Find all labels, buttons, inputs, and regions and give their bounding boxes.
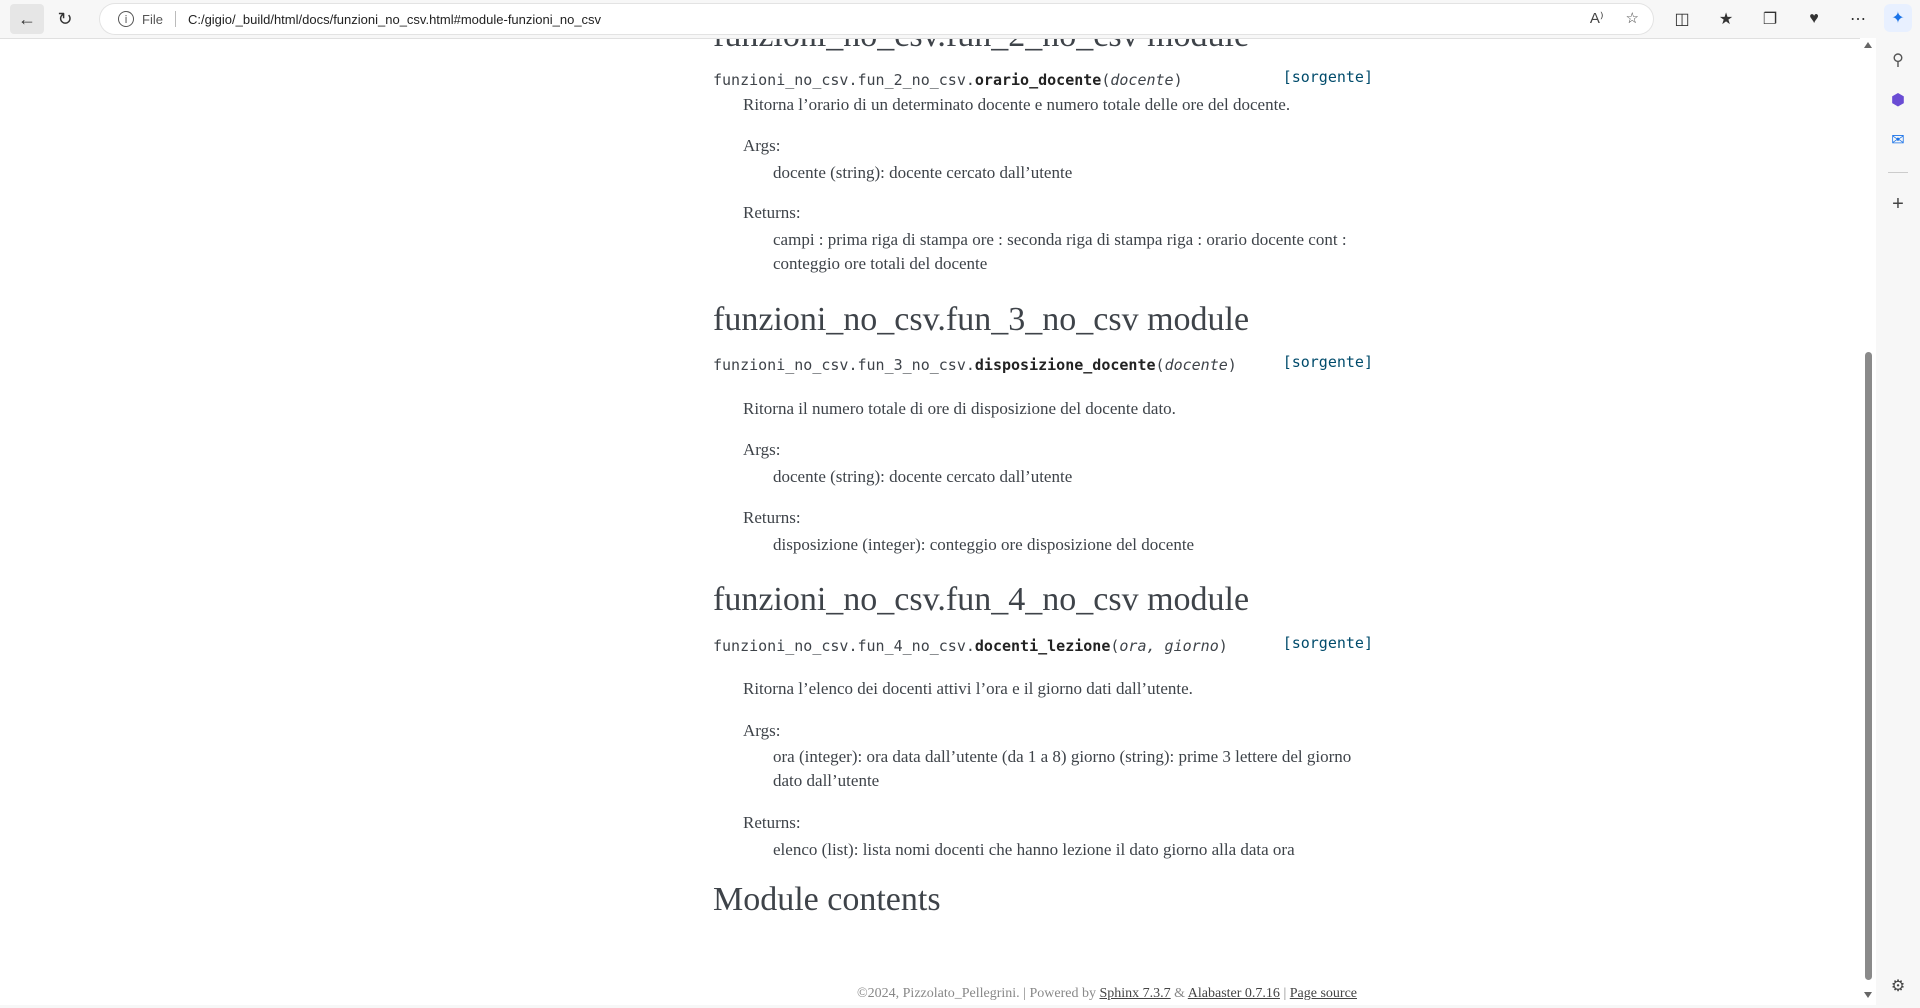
sig-close: ) <box>1227 356 1237 374</box>
section-heading-fun4: funzioni_no_csv.fun_4_no_csv module <box>713 581 1250 618</box>
footer-copyright: ©2024, Pizzolato_Pellegrini. | Powered b… <box>857 986 1100 1001</box>
returns-label: Returns: <box>743 508 801 527</box>
page-footer: ©2024, Pizzolato_Pellegrini. | Powered b… <box>857 986 1357 1002</box>
address-separator <box>174 11 176 27</box>
section-heading-fun2: funzioni_no_csv.fun_2_no_csv module <box>713 39 1249 55</box>
returns-label: Returns: <box>743 813 801 832</box>
args-text: docente (string): docente cercato dall’u… <box>773 163 1073 182</box>
sig-name: docenti_lezione <box>974 637 1111 655</box>
sig-open: ( <box>1155 356 1165 374</box>
returns-text: campi : prima riga di stampa ore : secon… <box>773 230 1347 273</box>
sig-prefix: funzioni_no_csv.fun_3_no_csv. <box>713 356 975 374</box>
sig-name: disposizione_docente <box>974 356 1156 374</box>
args-text: docente (string): docente cercato dall’u… <box>773 467 1073 486</box>
source-link[interactable]: [sorgente] <box>1283 353 1373 371</box>
footer-separator: | <box>1279 986 1290 1001</box>
page-source-link[interactable]: Page source <box>1290 986 1357 1001</box>
source-link[interactable]: [sorgente] <box>1283 68 1373 86</box>
page-viewport: funzioni_no_csv.fun_2_no_csv module funz… <box>0 38 1877 1005</box>
sig-prefix: funzioni_no_csv.fun_4_no_csv. <box>713 637 975 655</box>
settings-gear-icon[interactable]: ⚙ <box>1884 972 1912 1000</box>
sig-close: ) <box>1218 637 1228 655</box>
add-icon[interactable]: + <box>1884 190 1912 218</box>
function-description: Ritorna l’orario di un determinato docen… <box>743 95 1291 114</box>
heart-pulse-icon: ♥ <box>1809 10 1819 27</box>
scrollbar-thumb[interactable] <box>1865 352 1872 980</box>
reload-button[interactable]: ↻ <box>48 4 82 34</box>
function-signature-orario-docente: funzioni_no_csv.fun_2_no_csv.orario_doce… <box>713 68 1373 89</box>
sig-prefix: funzioni_no_csv.fun_2_no_csv. <box>713 71 975 89</box>
sidebar-divider <box>1888 172 1908 173</box>
module-contents-heading: Module contents <box>713 881 941 918</box>
favorites-icon: ★ <box>1718 11 1734 28</box>
url-text[interactable]: C:/gigio/_build/html/docs/funzioni_no_cs… <box>188 12 601 27</box>
sig-name: orario_docente <box>974 71 1102 89</box>
more-dots-icon: ⋯ <box>1850 11 1866 28</box>
args-label: Args: <box>743 136 781 155</box>
scroll-up-arrow-icon[interactable] <box>1864 42 1872 48</box>
sig-close: ) <box>1173 71 1183 89</box>
split-screen-button[interactable]: ◫ <box>1660 4 1704 34</box>
address-bar[interactable]: i File C:/gigio/_build/html/docs/funzion… <box>100 4 1653 34</box>
copilot-icon[interactable]: ✦ <box>1884 4 1912 32</box>
search-icon[interactable]: ⚲ <box>1884 46 1912 74</box>
sphinx-link[interactable]: Sphinx 7.3.7 <box>1099 986 1170 1001</box>
function-signature-disposizione-docente: funzioni_no_csv.fun_3_no_csv.disposizion… <box>713 353 1373 374</box>
returns-text: elenco (list): lista nomi docenti che ha… <box>773 840 1295 859</box>
section-heading-fun3: funzioni_no_csv.fun_3_no_csv module <box>713 301 1250 338</box>
collections-button[interactable]: ❐ <box>1748 4 1792 34</box>
outlook-icon[interactable]: ✉ <box>1884 126 1912 154</box>
browser-toolbar: ← ↻ i File C:/gigio/_build/html/docs/fun… <box>0 0 1920 38</box>
sig-params: docente <box>1164 356 1228 374</box>
split-screen-icon: ◫ <box>1674 11 1690 28</box>
collections-icon: ❐ <box>1762 11 1778 28</box>
favorites-button[interactable]: ★ <box>1704 4 1748 34</box>
function-description: Ritorna l’elenco dei docenti attivi l’or… <box>743 679 1193 698</box>
arrow-left-icon: ← <box>18 8 36 29</box>
source-link[interactable]: [sorgente] <box>1283 634 1373 652</box>
args-label: Args: <box>743 440 781 459</box>
address-scheme-label: File <box>142 11 163 27</box>
scroll-down-arrow-icon[interactable] <box>1864 992 1872 998</box>
info-icon[interactable]: i <box>118 11 134 27</box>
back-button[interactable]: ← <box>10 4 44 34</box>
browser-essentials-button[interactable]: ♥ <box>1792 4 1836 34</box>
function-signature-docenti-lezione: funzioni_no_csv.fun_4_no_csv.docenti_lez… <box>713 634 1373 655</box>
browser-sidebar: ✦ ⚲ ⬢ ✉ + ⚙ <box>1876 0 1920 1008</box>
read-aloud-icon[interactable]: A⁾ <box>1590 9 1604 27</box>
returns-text: disposizione (integer): conteggio ore di… <box>773 535 1195 554</box>
sig-params: docente <box>1110 71 1174 89</box>
sig-params: ora, giorno <box>1119 637 1219 655</box>
args-text: ora (integer): ora data dall’utente (da … <box>773 747 1352 790</box>
args-label: Args: <box>743 721 781 740</box>
footer-amp: & <box>1170 986 1188 1001</box>
refresh-icon: ↻ <box>57 8 73 29</box>
favorite-star-icon[interactable]: ☆ <box>1626 9 1639 27</box>
alabaster-link[interactable]: Alabaster 0.7.16 <box>1188 986 1280 1001</box>
vertical-scrollbar[interactable] <box>1860 38 1876 1004</box>
more-menu-button[interactable]: ⋯ <box>1836 4 1880 34</box>
returns-label: Returns: <box>743 203 801 222</box>
function-description: Ritorna il numero totale di ore di dispo… <box>743 399 1176 418</box>
apps-icon[interactable]: ⬢ <box>1884 86 1912 114</box>
